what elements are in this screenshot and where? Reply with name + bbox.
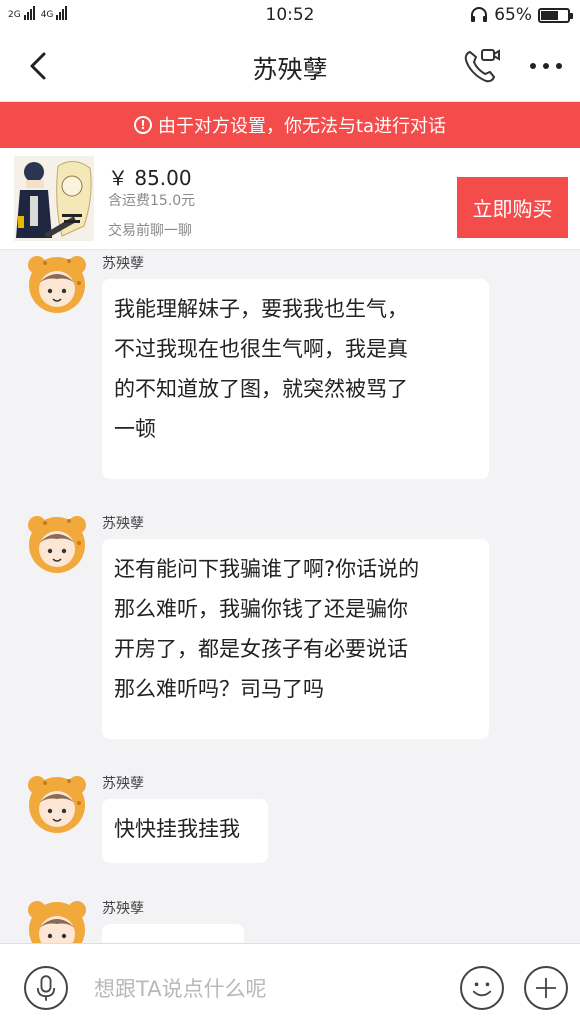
product-hint: 交易前聊一聊 [108, 223, 192, 239]
chat-area[interactable]: 苏殃孽 我能理解妹子，要我我也生气， 不过我现在也很生气啊，我是真 的不知道放了… [0, 251, 580, 943]
input-bar [0, 943, 580, 1031]
blocked-notice: ! 由于对方设置，你无法与ta进行对话 [0, 102, 580, 148]
product-price: ￥ 85.00 [108, 166, 192, 190]
message-bubble[interactable]: 快快挂我挂我 [102, 799, 268, 863]
sender-name: 苏殃孽 [102, 901, 144, 917]
microphone-icon[interactable] [24, 966, 68, 1010]
more-icon[interactable] [528, 56, 564, 76]
nav-bar: 苏殃孽 [0, 30, 580, 102]
avatar[interactable] [25, 898, 89, 943]
emoji-icon[interactable] [460, 966, 504, 1010]
alert-circle-icon: ! [133, 116, 152, 134]
video-call-icon[interactable] [462, 46, 502, 86]
avatar[interactable] [25, 773, 89, 837]
message-bubble[interactable]: 我能理解妹子，要我我也生气， 不过我现在也很生气啊，我是真 的不知道放了图，就突… [102, 279, 489, 479]
message-bubble[interactable]: 还有能问下我骗谁了啊?你话说的 那么难听，我骗你钱了还是骗你 开房了，都是女孩子… [102, 539, 489, 739]
sender-name: 苏殃孽 [102, 256, 144, 272]
sender-name: 苏殃孽 [102, 776, 144, 792]
headset-icon [471, 7, 488, 22]
avatar[interactable] [25, 253, 89, 317]
plus-icon[interactable] [524, 966, 568, 1010]
avatar[interactable] [25, 513, 89, 577]
battery-icon [538, 7, 573, 23]
battery-percent: 65% [494, 5, 532, 25]
product-card[interactable]: ￥ 85.00 含运费15.0元 交易前聊一聊 立即购买 [0, 148, 580, 250]
status-bar: 2G 4G 10:52 65% [0, 0, 580, 30]
buy-now-button[interactable]: 立即购买 [457, 177, 568, 238]
product-thumbnail[interactable] [14, 156, 94, 241]
sender-name: 苏殃孽 [102, 516, 144, 532]
notice-text: 由于对方设置，你无法与ta进行对话 [157, 116, 447, 137]
product-shipping: 含运费15.0元 [108, 193, 196, 209]
message-bubble[interactable] [102, 924, 244, 943]
message-input[interactable] [94, 972, 444, 1006]
